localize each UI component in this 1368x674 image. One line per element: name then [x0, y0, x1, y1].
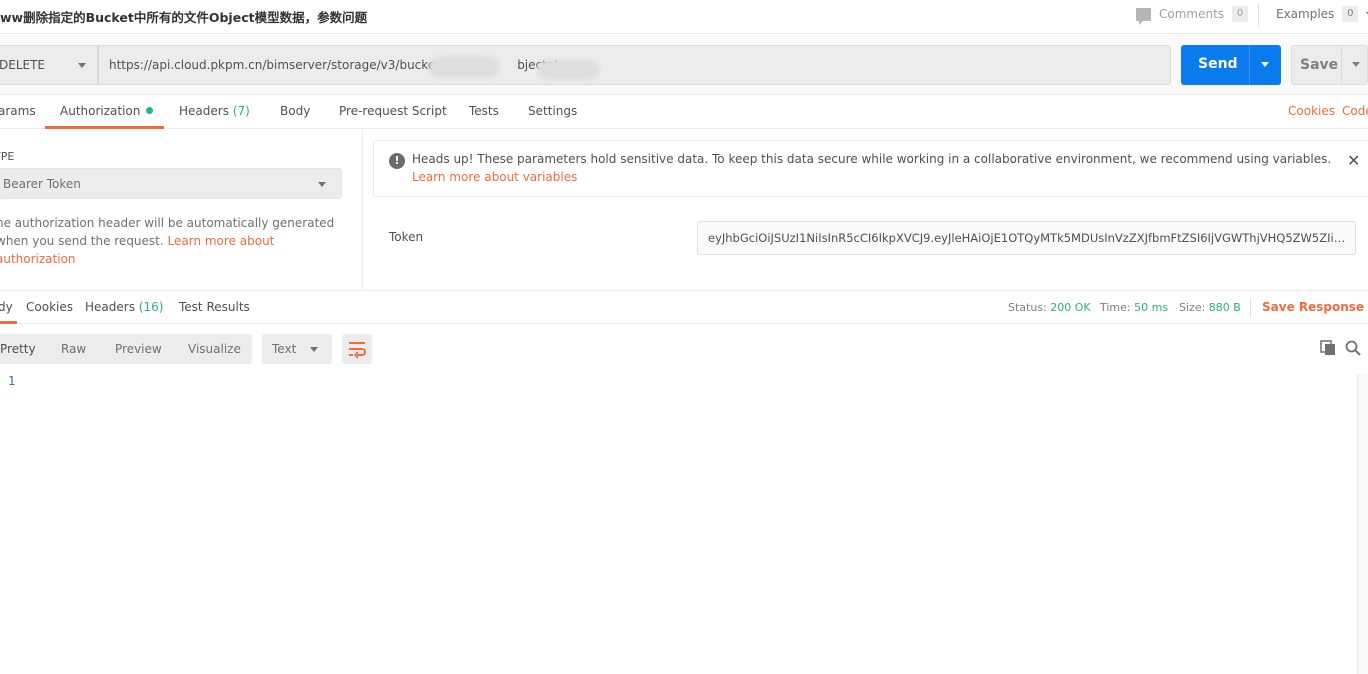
tab-headers[interactable]: Headers (7) — [179, 104, 250, 118]
alert-message: Heads up! These parameters hold sensitiv… — [412, 152, 1332, 184]
active-tab-indicator — [0, 321, 17, 324]
method-value: DELETE — [0, 58, 46, 72]
wrap-lines-icon — [349, 342, 366, 359]
token-value: eyJhbGciOiJSUzI1NiIsInR5cCI6IkpXVCJ9.eyJ… — [708, 231, 1348, 245]
time-readout: Time: 50 ms — [1100, 301, 1169, 314]
copy-icon[interactable] — [1320, 340, 1336, 356]
cookies-link[interactable]: Cookies — [1288, 104, 1335, 118]
examples-dropdown[interactable]: Examples 0 — [1276, 6, 1368, 22]
active-dot-icon — [146, 107, 154, 114]
title-bar: ww删除指定的Bucket中所有的文件Object模型数据，参数问题 Comme… — [0, 0, 1368, 34]
comments-count-badge: 0 — [1232, 6, 1249, 22]
save-options-chevron-icon[interactable] — [1352, 62, 1360, 67]
chevron-down-icon — [310, 347, 318, 352]
send-options-chevron-icon[interactable] — [1261, 62, 1269, 67]
tab-params[interactable]: arams — [0, 104, 36, 118]
redacted-bucket-id — [429, 56, 499, 78]
divider — [1250, 298, 1251, 318]
url-input[interactable]: https://api.cloud.pkpm.cn/bimserver/stor… — [98, 45, 1171, 85]
view-mode-group: Pretty Raw Preview Visualize — [0, 334, 252, 364]
comments-label: Comments — [1159, 7, 1225, 21]
view-raw-button[interactable]: Raw — [61, 342, 86, 356]
tab-response-cookies[interactable]: Cookies — [26, 300, 73, 314]
auth-type-value: Bearer Token — [3, 177, 81, 191]
view-visualize-button[interactable]: Visualize — [188, 342, 241, 356]
learn-more-variables-link[interactable]: Learn more about variables — [412, 170, 577, 184]
chevron-down-icon — [78, 63, 86, 68]
chevron-down-icon — [318, 182, 326, 187]
tab-test-results[interactable]: Test Results — [179, 300, 250, 314]
send-label: Send — [1198, 56, 1238, 72]
request-tabs: arams Authorization Headers (7) Body Pre… — [0, 96, 1368, 129]
format-select[interactable]: Text — [262, 334, 332, 364]
line-number: 1 — [8, 374, 16, 388]
divider — [1258, 4, 1259, 26]
size-readout: Size: 880 B — [1179, 301, 1241, 314]
auth-type-panel: YPE Bearer Token he authorization header… — [0, 130, 363, 290]
search-icon[interactable] — [1345, 340, 1361, 356]
auth-help-text: he authorization header will be automati… — [0, 214, 346, 268]
request-title[interactable]: ww删除指定的Bucket中所有的文件Object模型数据，参数问题 — [0, 7, 367, 26]
active-tab-indicator — [45, 126, 164, 129]
comment-icon — [1136, 7, 1151, 25]
save-divider — [1341, 46, 1342, 84]
method-select[interactable]: DELETE — [0, 45, 98, 85]
response-body-editor[interactable]: 1 — [0, 372, 1358, 674]
comments-button[interactable]: Comments 0 — [1136, 6, 1249, 25]
redacted-object-id — [537, 60, 599, 80]
tab-response-body[interactable]: dy — [0, 300, 13, 314]
sensitive-data-alert: ! Heads up! These parameters hold sensit… — [373, 140, 1368, 197]
response-scrollbar[interactable] — [1357, 374, 1368, 674]
status-readout: Status: 200 OK — [1008, 301, 1091, 314]
token-label: Token — [389, 230, 424, 244]
alert-icon: ! — [389, 153, 405, 169]
close-icon[interactable]: ✕ — [1347, 151, 1360, 170]
tab-settings[interactable]: Settings — [528, 104, 577, 118]
response-tabs: dy Cookies Headers (16) Test Results Sta… — [0, 290, 1368, 324]
save-response-button[interactable]: Save Response — [1262, 300, 1368, 314]
view-preview-button[interactable]: Preview — [115, 342, 162, 356]
tab-response-headers[interactable]: Headers (16) — [85, 300, 163, 314]
send-button[interactable]: Send — [1181, 45, 1281, 85]
save-label: Save — [1300, 57, 1339, 73]
request-bar: DELETE https://api.cloud.pkpm.cn/bimserv… — [0, 35, 1368, 95]
tab-body[interactable]: Body — [280, 104, 310, 118]
examples-count-badge: 0 — [1342, 6, 1359, 22]
wrap-lines-button[interactable] — [342, 334, 372, 364]
examples-label: Examples — [1276, 7, 1335, 21]
save-button[interactable]: Save — [1291, 45, 1368, 85]
tab-authorization[interactable]: Authorization — [60, 104, 154, 118]
tab-tests[interactable]: Tests — [469, 104, 499, 118]
format-value: Text — [272, 342, 297, 356]
view-pretty-button[interactable]: Pretty — [0, 342, 36, 356]
type-label: YPE — [0, 150, 15, 163]
auth-type-select[interactable]: Bearer Token — [0, 168, 342, 199]
tab-pre-request-script[interactable]: Pre-request Script — [339, 104, 447, 118]
token-input[interactable]: eyJhbGciOiJSUzI1NiIsInR5cCI6IkpXVCJ9.eyJ… — [697, 221, 1356, 255]
send-divider — [1249, 45, 1250, 85]
code-link[interactable]: Code — [1342, 104, 1368, 118]
